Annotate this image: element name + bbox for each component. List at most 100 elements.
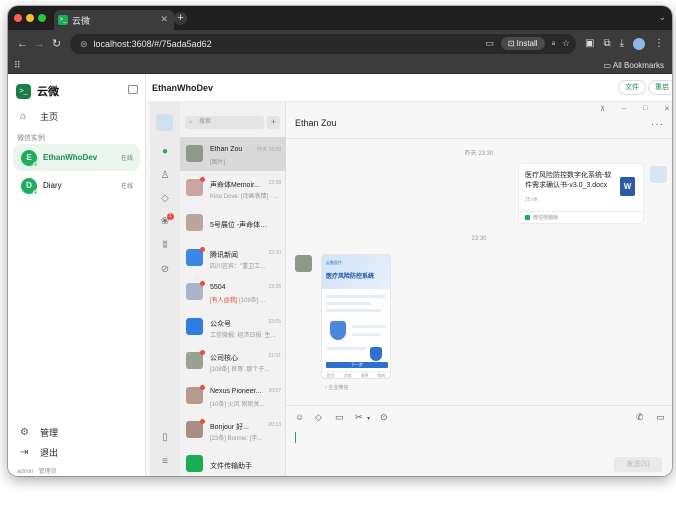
folder-icon[interactable]: ▭ <box>335 412 344 423</box>
message-timestamp: 23:30 <box>471 236 487 242</box>
sidebar-item-logout[interactable]: ⇥ 退出 <box>20 446 58 459</box>
unread-badge: 1 <box>167 213 174 220</box>
sidebar-item-home[interactable]: ⌂ 主页 <box>20 110 58 123</box>
install-app-button[interactable]: ⊡ Install <box>500 37 545 50</box>
extensions-icon[interactable]: ⧉ <box>603 38 610 50</box>
chat-list-item[interactable]: 文件传输助手 <box>180 447 286 476</box>
my-message-avatar[interactable] <box>650 166 667 183</box>
close-window-button[interactable] <box>14 14 22 22</box>
add-button[interactable]: + <box>267 116 280 129</box>
apps-grid-icon[interactable]: ⠿ <box>14 60 21 71</box>
site-info-icon[interactable]: ⊜ <box>80 39 88 50</box>
emoji-icon[interactable]: ☺ <box>295 412 304 422</box>
page-info-icon[interactable]: ▭ <box>485 38 494 49</box>
menu-icon[interactable]: ≡ <box>159 456 171 468</box>
chat-list-item[interactable]: 腾讯新闻 23:30 四川宜宾："重卫工... <box>180 241 286 275</box>
my-avatar[interactable] <box>156 114 173 131</box>
chevron-down-icon[interactable]: ▾ <box>367 415 370 422</box>
app-root: >_ 云微 ⌂ 主页 微信实例 E EthanWhoDev 在线 D Diary… <box>8 74 672 476</box>
bookmark-star-icon[interactable]: ☆ <box>562 38 570 49</box>
send-button[interactable]: 发送(S) <box>614 457 662 472</box>
app-brand: >_ 云微 <box>16 83 59 99</box>
tab-search-chevron-icon[interactable]: ⌄ <box>658 12 666 23</box>
sidebar-item-label: 主页 <box>40 112 59 122</box>
browser-tab[interactable]: >_ 云微 ✕ <box>54 10 174 30</box>
new-tab-button[interactable]: + <box>174 12 187 25</box>
account-avatar: D <box>21 177 38 195</box>
chat-list-item[interactable]: Bonjour 好... 20:13 [23条] Bonnie: [手... <box>180 413 286 447</box>
pin-icon[interactable]: ⊼ <box>600 105 605 113</box>
message-input[interactable] <box>295 432 296 443</box>
cast-icon[interactable]: ▣ <box>585 38 594 50</box>
install-label: Install <box>516 39 538 48</box>
sidebar-item-manage[interactable]: ⚙ 管理 <box>20 426 58 439</box>
chat-list-item[interactable]: 5504 23:35 [有人@我] [108条] ... <box>180 275 286 309</box>
file-message[interactable]: 医疗风险防控数字化系统-软件需求确认书-v3.0_3.docx 25.0K W … <box>518 163 644 224</box>
minimize-icon[interactable]: – <box>622 105 626 112</box>
phone-icon[interactable]: ▯ <box>159 432 171 444</box>
online-dot <box>33 161 38 167</box>
all-bookmarks-button[interactable]: ▭ All Bookmarks <box>604 61 664 70</box>
file-size: 25.0K <box>525 197 539 203</box>
peer-avatar[interactable] <box>295 255 312 272</box>
all-bookmarks-label: All Bookmarks <box>612 61 664 70</box>
translate-icon[interactable]: ᵃ <box>552 39 555 49</box>
reload-icon[interactable]: ↻ <box>52 38 61 50</box>
wechat-pc-icon <box>525 215 530 221</box>
back-arrow-icon[interactable]: ← <box>17 38 28 50</box>
account-item-diary[interactable]: D Diary 在线 <box>13 172 140 199</box>
chat-list-item[interactable]: Ethan Zou 昨天 23:30 [图片] <box>180 137 286 171</box>
chat-history-icon[interactable]: ⊙ <box>380 412 388 423</box>
chat-time: 20:57 <box>268 388 281 394</box>
image-source-label: 企业微信 <box>328 385 349 391</box>
discover-icon[interactable]: ⊘ <box>159 264 171 276</box>
voice-call-icon[interactable]: ✆ <box>636 412 644 423</box>
chat-icon[interactable]: ● <box>159 146 171 158</box>
address-bar[interactable]: ⊜ localhost:3608/#/75ada5ad62 ▭ ⊡ Instal… <box>70 34 576 54</box>
contacts-icon[interactable]: ♙ <box>159 170 171 182</box>
download-icon[interactable]: ⤓ <box>620 38 624 50</box>
chat-list-item[interactable]: 公众号 23:05 工信微报: 经济日报: 生... <box>180 310 286 344</box>
chat-list-item[interactable]: Nexus Pioneer... 20:57 [10条] 火凤 刚刚关... <box>180 379 286 413</box>
chat-name: 声命体Memoir... <box>210 182 260 189</box>
forward-arrow-icon[interactable]: → <box>34 38 45 50</box>
video-call-icon[interactable]: ▭ <box>656 412 665 423</box>
image-title: 医疗风险防控系统 <box>326 274 375 280</box>
chat-time: 20:13 <box>268 422 281 428</box>
maximize-icon[interactable]: □ <box>643 105 647 112</box>
account-item-ethanwhodev[interactable]: E EthanWhoDev 在线 <box>13 144 140 171</box>
chat-preview: [108条] 良哥: 那个于... <box>210 364 281 373</box>
sidebar-collapse-icon[interactable] <box>128 85 138 94</box>
chat-preview: 四川宜宾："重卫工... <box>210 261 281 270</box>
profile-avatar-icon[interactable] <box>633 38 645 50</box>
browser-toolbar: ← → ↻ ⊜ localhost:3608/#/75ada5ad62 ▭ ⊡ … <box>8 30 672 58</box>
image-message[interactable]: 云数医疗 医疗风险防控系统 下一步 首页 文档 消息 我的 <box>321 254 391 379</box>
image-source: ◔ 企业微信 <box>324 385 349 391</box>
tab-close-icon[interactable]: ✕ <box>160 14 168 25</box>
restart-button[interactable]: 重启 <box>648 80 672 95</box>
chat-name: 公司核心 <box>210 355 238 362</box>
shield-icon <box>370 347 382 361</box>
sidebar: >_ 云微 ⌂ 主页 微信实例 E EthanWhoDev 在线 D Diary… <box>8 74 146 476</box>
chat-avatar <box>186 214 203 231</box>
favorites-icon[interactable]: ◇ <box>315 412 322 423</box>
more-options-icon[interactable]: ··· <box>651 119 664 130</box>
chat-preview: Kino Dove: [动画表情] · ... <box>210 191 281 200</box>
maximize-window-button[interactable] <box>38 14 46 22</box>
chat-preview-text: [图片] <box>210 160 226 166</box>
chat-list-item[interactable]: 5号展位 -声命体Me... <box>180 206 286 240</box>
channels-icon[interactable]: ʬ <box>159 240 171 252</box>
chat-list-item[interactable]: 公司核心 21:51 [108条] 良哥: 那个于... <box>180 344 286 378</box>
files-button[interactable]: 文件 <box>618 80 646 95</box>
shield-icon <box>330 321 346 340</box>
minimize-window-button[interactable] <box>26 14 34 22</box>
chat-list-item[interactable]: 声命体Memoir... 23:38 Kino Dove: [动画表情] · ... <box>180 171 286 205</box>
favorites-cube-icon[interactable]: ◇ <box>159 193 171 205</box>
scissors-icon[interactable]: ✂ <box>355 412 363 423</box>
close-icon[interactable]: ✕ <box>664 105 670 113</box>
account-name: Diary <box>43 181 62 190</box>
browser-menu-icon[interactable]: ⋮ <box>654 38 664 50</box>
chat-name: 文件传输助手 <box>210 463 252 470</box>
chat-time: 23:05 <box>268 319 281 325</box>
search-input[interactable]: ⌕ 搜索 <box>185 116 264 129</box>
